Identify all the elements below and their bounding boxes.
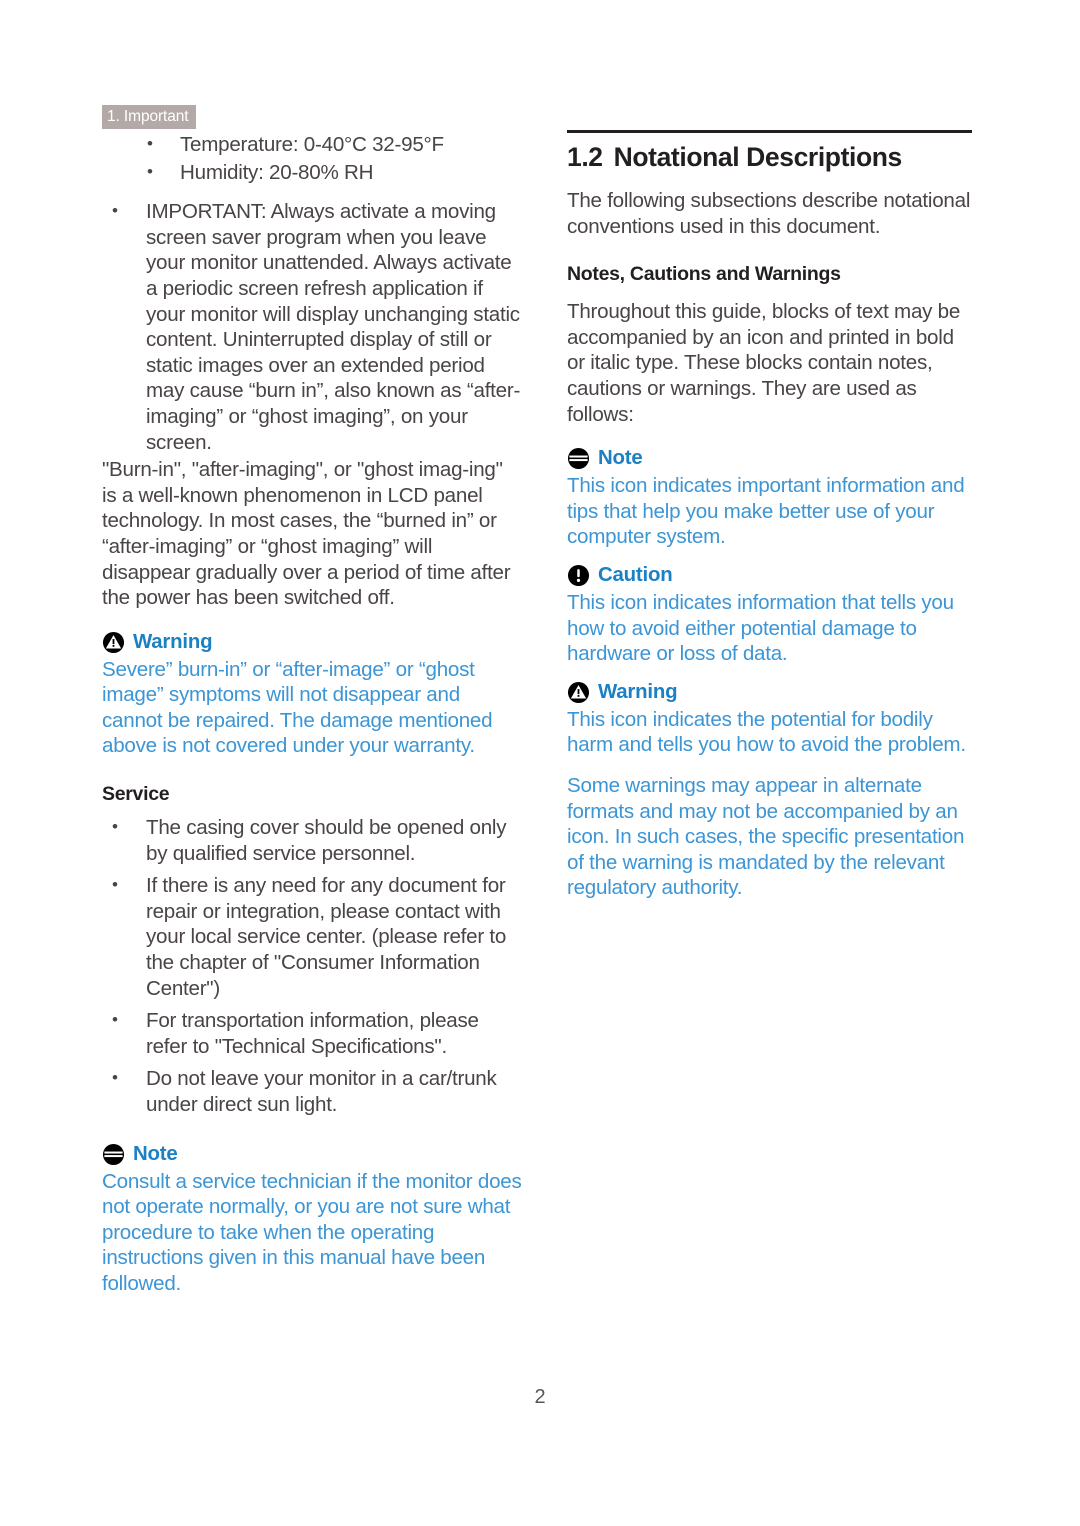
list-item: For transportation information, please r… — [102, 1007, 522, 1059]
callout-caution-body: This icon indicates information that tel… — [567, 590, 954, 666]
spec-bullet-list: Temperature: 0-40°C 32-95°F Humidity: 20… — [102, 131, 522, 186]
left-column: Temperature: 0-40°C 32-95°F Humidity: 20… — [102, 131, 522, 1297]
callout-warning-header: Warning — [102, 629, 522, 656]
callout-note-title: Note — [598, 447, 643, 470]
warning-triangle-icon — [102, 631, 125, 654]
document-page: 1. Important Temperature: 0-40°C 32-95°F… — [0, 0, 1080, 1526]
note-lines-icon — [102, 1143, 125, 1166]
callout-warning-body: Severe” burn-in” or “after-image” or “gh… — [102, 657, 493, 758]
callout-warning: Warning This icon indicates the potentia… — [567, 679, 975, 901]
notes-cautions-warnings-heading: Notes, Cautions and Warnings — [567, 263, 841, 286]
caution-exclamation-icon — [567, 564, 590, 587]
callout-warning-body: This icon indicates the potential for bo… — [567, 707, 966, 757]
callout-note: Note Consult a service technician if the… — [102, 1141, 522, 1297]
callout-note: Note This icon indicates important infor… — [567, 445, 975, 550]
callout-note-header: Note — [102, 1141, 522, 1168]
note-lines-icon — [567, 447, 590, 470]
section-rule — [567, 130, 972, 133]
running-head-chapter-tag: 1. Important — [102, 105, 196, 129]
page-title: 1.2 Notational Descriptions — [567, 140, 975, 174]
list-item: The casing cover should be opened only b… — [102, 814, 522, 866]
callout-caution-header: Caution — [567, 562, 975, 589]
callout-note-title: Note — [133, 1142, 178, 1165]
callout-note-header: Note — [567, 445, 975, 472]
callout-warning-header: Warning — [567, 679, 975, 706]
callout-caution-title: Caution — [598, 563, 673, 586]
service-bullet-list: The casing cover should be opened only b… — [102, 814, 522, 1118]
section-title: Notational Descriptions — [613, 142, 903, 172]
notational-intro: Throughout this guide, blocks of text ma… — [567, 300, 961, 426]
callout-warning-title: Warning — [133, 630, 213, 653]
service-heading: Service — [102, 783, 170, 806]
section-intro: The following subsections describe notat… — [567, 189, 971, 238]
list-item: Temperature: 0-40°C 32-95°F — [102, 131, 522, 158]
right-column: 1.2 Notational Descriptions The following… — [567, 130, 975, 901]
callout-warning-title: Warning — [598, 680, 678, 703]
burn-in-paragraph: "Burn-in", "after-imaging", or "ghost im… — [102, 458, 511, 610]
list-item: IMPORTANT: Always activate a moving scre… — [102, 198, 522, 455]
callout-caution: Caution This icon indicates information … — [567, 562, 975, 667]
page-number: 2 — [534, 1386, 546, 1408]
list-item: Do not leave your monitor in a car/trunk… — [102, 1065, 522, 1117]
warning-triangle-icon — [567, 681, 590, 704]
callout-note-body: This icon indicates important informatio… — [567, 474, 965, 549]
section-number: 1.2 — [567, 142, 603, 172]
callout-warning: Warning Severe” burn-in” or “after-image… — [102, 629, 522, 759]
list-item: Humidity: 20-80% RH — [102, 159, 522, 186]
callout-warning-body-secondary: Some warnings may appear in alternate fo… — [567, 773, 965, 900]
callout-note-body: Consult a service technician if the moni… — [102, 1169, 522, 1295]
important-bullet-list: IMPORTANT: Always activate a moving scre… — [102, 198, 522, 455]
list-item: If there is any need for any document fo… — [102, 872, 522, 1001]
